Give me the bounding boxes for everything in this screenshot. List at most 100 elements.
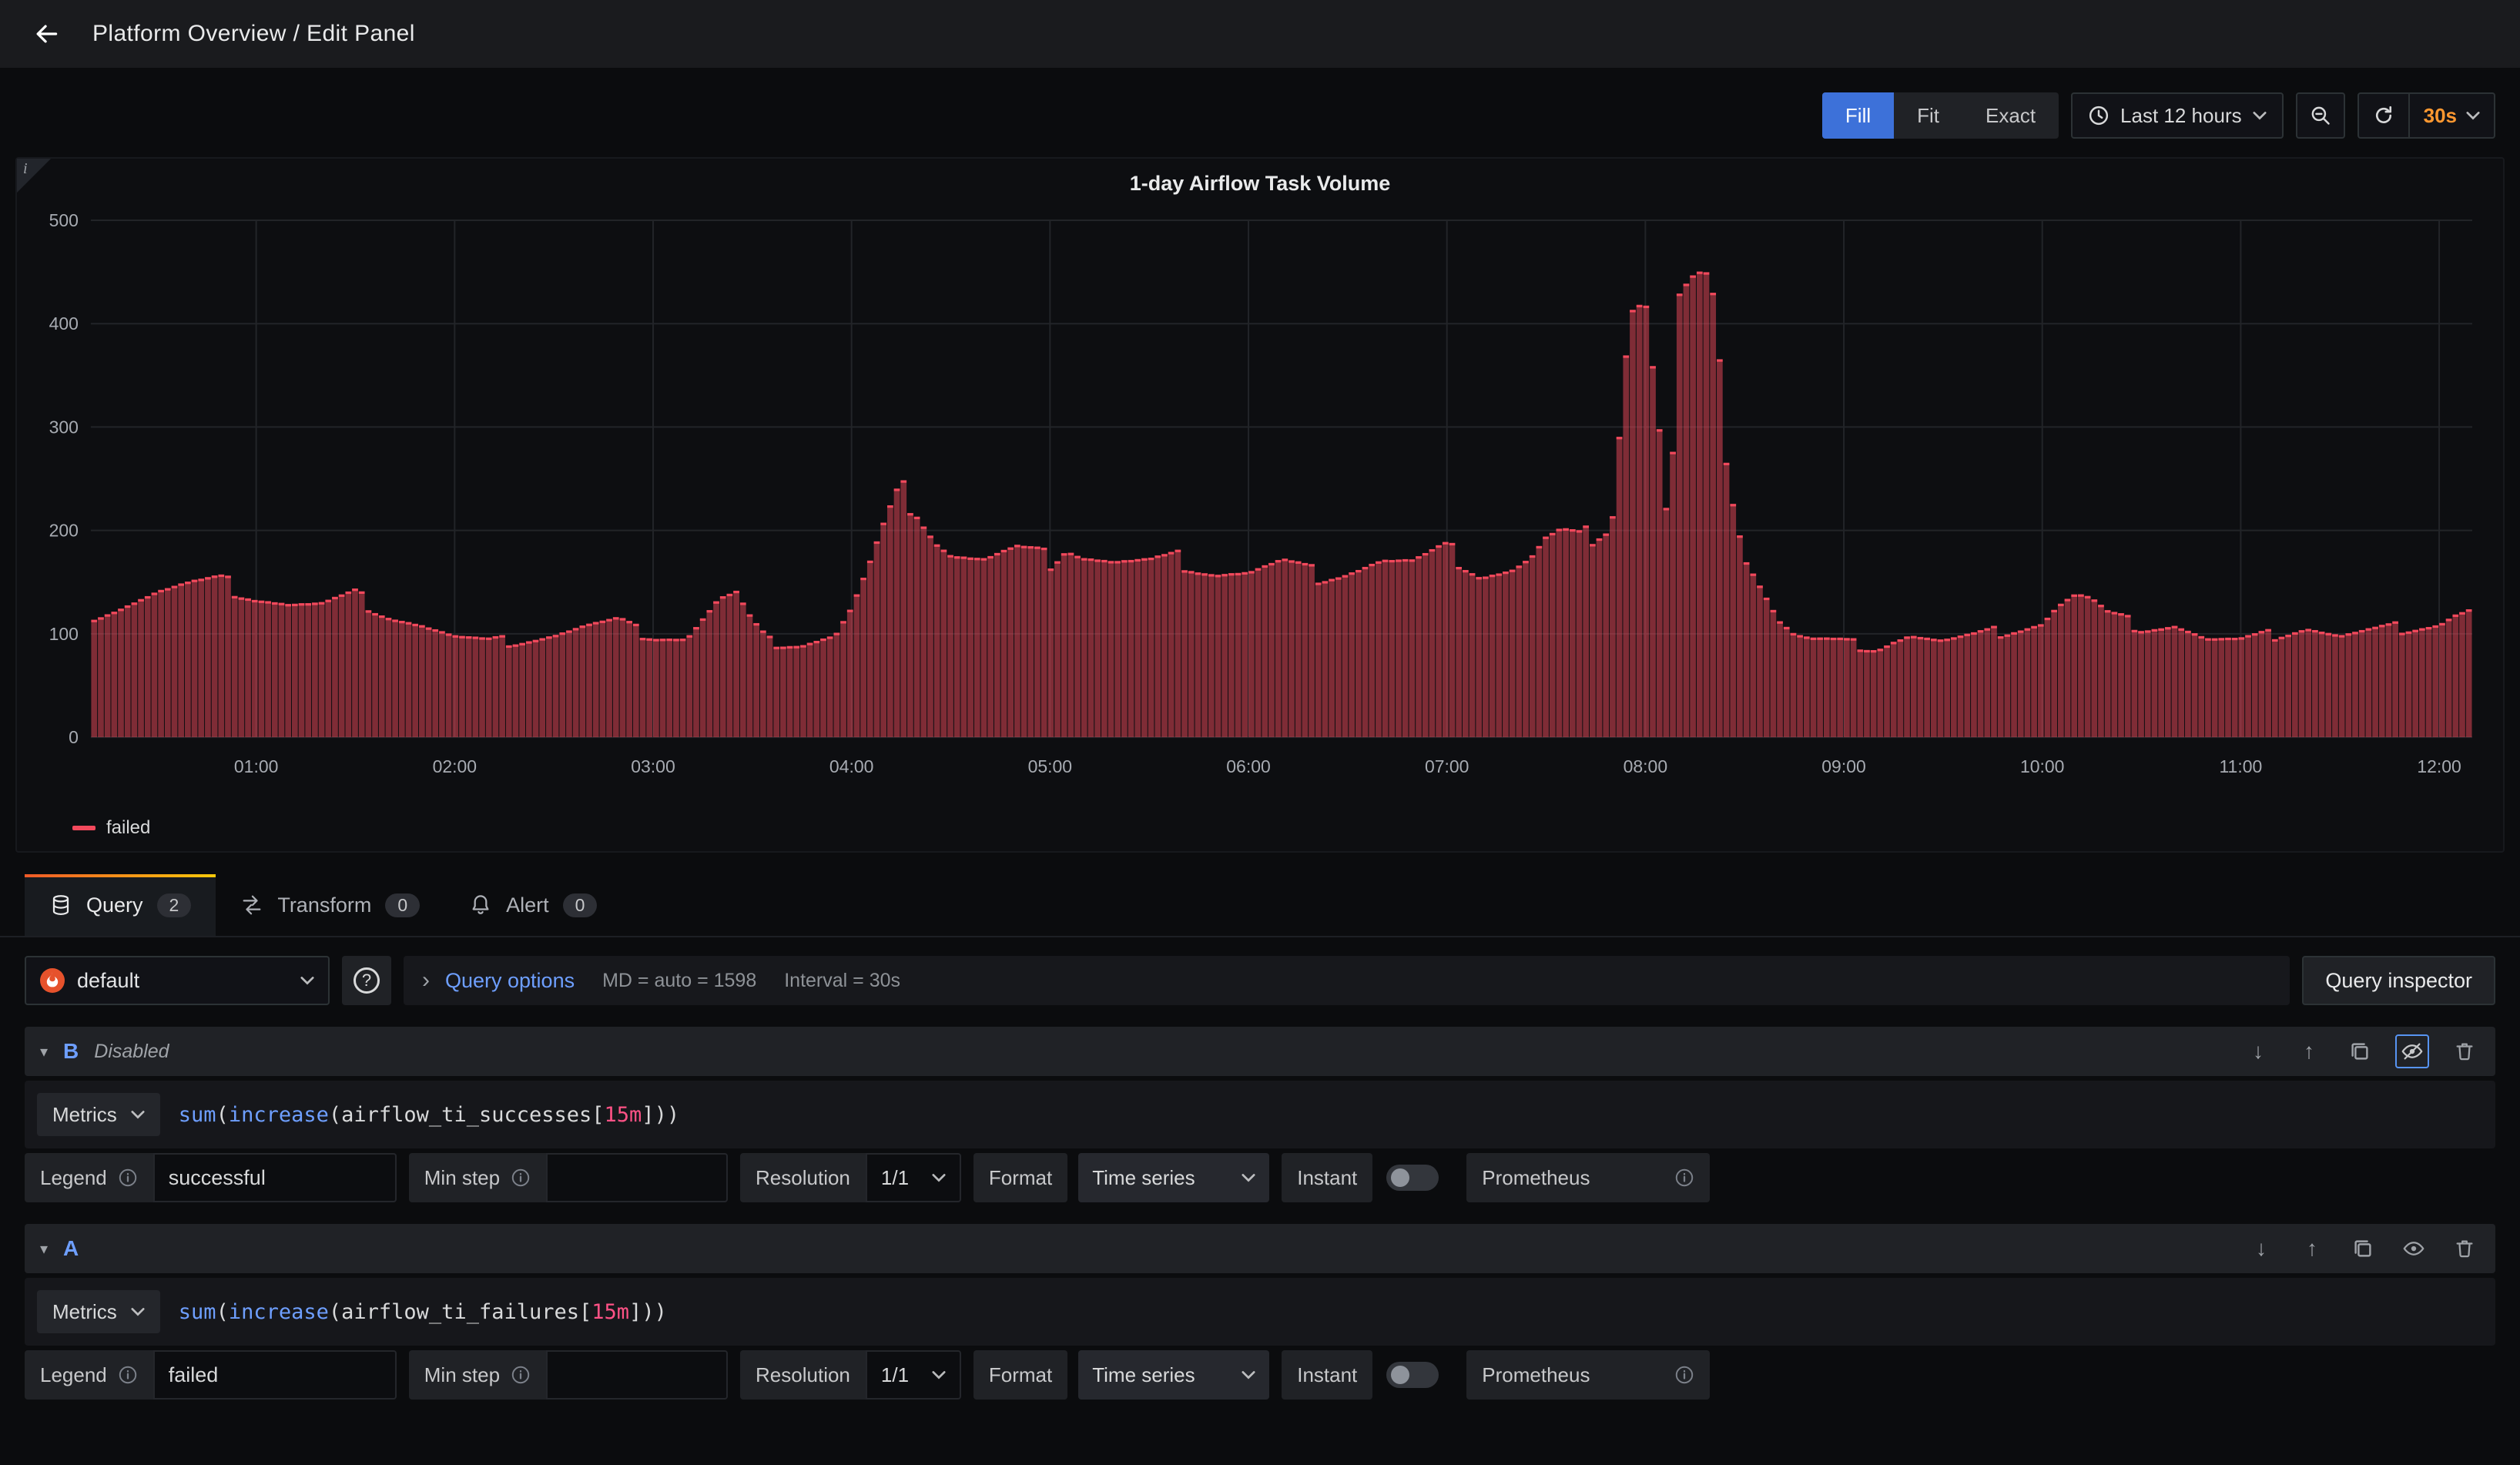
chevron-down-icon [131, 1307, 145, 1316]
tab-count-badge: 0 [563, 893, 598, 917]
format-option: Format Time series [973, 1153, 1269, 1202]
svg-text:0: 0 [69, 727, 79, 747]
metrics-label: Metrics [52, 1300, 117, 1324]
svg-text:500: 500 [49, 210, 79, 230]
query-header[interactable]: ▾ B Disabled ↓ ↑ [25, 1027, 2495, 1076]
display-mode-group: Fill Fit Exact [1822, 92, 2059, 139]
info-letter: i [23, 160, 28, 178]
display-mode-fit[interactable]: Fit [1894, 92, 1962, 139]
query-options-bar[interactable]: › Query options MD = auto = 1598 Interva… [404, 956, 2290, 1005]
panel-editor-toolbar: Fill Fit Exact Last 12 hours 30s [0, 92, 2520, 139]
metrics-label: Metrics [52, 1103, 117, 1127]
legend-input[interactable] [153, 1350, 397, 1400]
format-option-label: Format [989, 1363, 1052, 1387]
info-icon [118, 1168, 138, 1188]
svg-text:01:00: 01:00 [234, 756, 278, 776]
top-nav-bar: Platform Overview / Edit Panel [0, 0, 2520, 68]
toggle-query-visibility-button[interactable] [2398, 1233, 2429, 1264]
collapse-caret-icon[interactable]: ▾ [40, 1042, 48, 1061]
format-select[interactable]: Time series [1078, 1350, 1269, 1400]
metrics-dropdown[interactable]: Metrics [37, 1093, 160, 1136]
trash-icon [2453, 1040, 2476, 1063]
min-step-option: Min step [409, 1153, 728, 1202]
tab-label: Alert [506, 893, 549, 917]
display-mode-fill[interactable]: Fill [1822, 92, 1894, 139]
resolution-select[interactable]: 1/1 [866, 1153, 961, 1202]
datasource-help-button[interactable]: ? [342, 956, 391, 1005]
resolution-option: Resolution 1/1 [740, 1153, 961, 1202]
time-range-picker[interactable]: Last 12 hours [2071, 92, 2284, 139]
query-expression[interactable]: sum(increase(airflow_ti_successes[15m])) [179, 1103, 2483, 1127]
move-query-down-button[interactable]: ↓ [2246, 1233, 2277, 1264]
metrics-dropdown[interactable]: Metrics [37, 1290, 160, 1333]
query-header[interactable]: ▾ A ↓ ↑ [25, 1224, 2495, 1273]
remove-query-button[interactable] [2449, 1233, 2480, 1264]
svg-text:02:00: 02:00 [433, 756, 477, 776]
svg-text:10:00: 10:00 [2020, 756, 2064, 776]
move-query-up-button[interactable]: ↑ [2297, 1233, 2327, 1264]
chevron-down-icon [131, 1110, 145, 1119]
refresh-button[interactable] [2359, 94, 2408, 137]
query-expression[interactable]: sum(increase(airflow_ti_failures[15m])) [179, 1300, 2483, 1324]
duplicate-query-button[interactable] [2347, 1233, 2378, 1264]
datasource-picker[interactable]: default [25, 956, 330, 1005]
min-step-option: Min step [409, 1350, 728, 1400]
svg-text:08:00: 08:00 [1624, 756, 1667, 776]
query-ref-id: A [63, 1236, 79, 1261]
datasource-option: Prometheus [1466, 1350, 1710, 1400]
clock-icon [2088, 105, 2109, 126]
query-state-label: Disabled [94, 1041, 169, 1063]
copy-icon [2348, 1040, 2371, 1063]
resolution-option-label: Resolution [756, 1363, 850, 1387]
move-query-down-button[interactable]: ↓ [2243, 1036, 2274, 1067]
format-option-label: Format [989, 1166, 1052, 1190]
chart-svg[interactable]: 010020030040050001:0002:0003:0004:0005:0… [29, 202, 2491, 811]
chevron-down-icon [300, 976, 314, 985]
datasource-option: Prometheus [1466, 1153, 1710, 1202]
legend-input[interactable] [153, 1153, 397, 1202]
max-data-points-summary: MD = auto = 1598 [602, 970, 756, 992]
help-icon: ? [354, 967, 380, 994]
refresh-icon [2373, 105, 2394, 126]
legend-option: Legend [25, 1153, 397, 1202]
tab-transform[interactable]: Transform 0 [216, 874, 444, 936]
transform-icon [240, 893, 263, 917]
datasource-name: default [77, 969, 288, 993]
duplicate-query-button[interactable] [2344, 1036, 2375, 1067]
info-icon [511, 1365, 531, 1385]
query-inspector-button[interactable]: Query inspector [2302, 956, 2495, 1005]
panel-info-corner[interactable]: i [17, 159, 51, 193]
collapse-caret-icon[interactable]: ▾ [40, 1239, 48, 1259]
tab-alert[interactable]: Alert 0 [444, 874, 622, 936]
refresh-interval-dropdown[interactable]: 30s [2408, 94, 2494, 137]
legend-label-failed[interactable]: failed [106, 817, 150, 839]
instant-toggle[interactable] [1386, 1362, 1439, 1388]
chevron-down-icon [1242, 1173, 1255, 1182]
display-mode-exact[interactable]: Exact [1962, 92, 2059, 139]
tab-query[interactable]: Query 2 [25, 874, 216, 936]
chevron-down-icon [932, 1370, 946, 1380]
min-step-input[interactable] [546, 1153, 728, 1202]
svg-text:04:00: 04:00 [829, 756, 873, 776]
query-options-row: Legend Min step Resolution 1/1 Format Ti… [25, 1153, 2495, 1202]
resolution-option-label: Resolution [756, 1166, 850, 1190]
format-option: Format Time series [973, 1350, 1269, 1400]
instant-toggle[interactable] [1386, 1165, 1439, 1191]
resolution-select[interactable]: 1/1 [866, 1350, 961, 1400]
move-query-up-button[interactable]: ↑ [2294, 1036, 2324, 1067]
zoom-out-button[interactable] [2296, 92, 2345, 139]
magnifier-minus-icon [2310, 105, 2331, 126]
tab-label: Query [86, 893, 143, 917]
back-button[interactable] [22, 9, 71, 59]
format-select[interactable]: Time series [1078, 1153, 1269, 1202]
resolution-option: Resolution 1/1 [740, 1350, 961, 1400]
resolution-value: 1/1 [881, 1166, 909, 1190]
min-step-input[interactable] [546, 1350, 728, 1400]
svg-text:03:00: 03:00 [631, 756, 675, 776]
remove-query-button[interactable] [2449, 1036, 2480, 1067]
svg-text:12:00: 12:00 [2417, 756, 2461, 776]
instant-option: Instant [1282, 1350, 1439, 1400]
query-editor: Metrics sum(increase(airflow_ti_failures… [25, 1278, 2495, 1346]
toggle-query-visibility-button[interactable] [2395, 1034, 2429, 1068]
legend-swatch-failed [72, 826, 96, 830]
